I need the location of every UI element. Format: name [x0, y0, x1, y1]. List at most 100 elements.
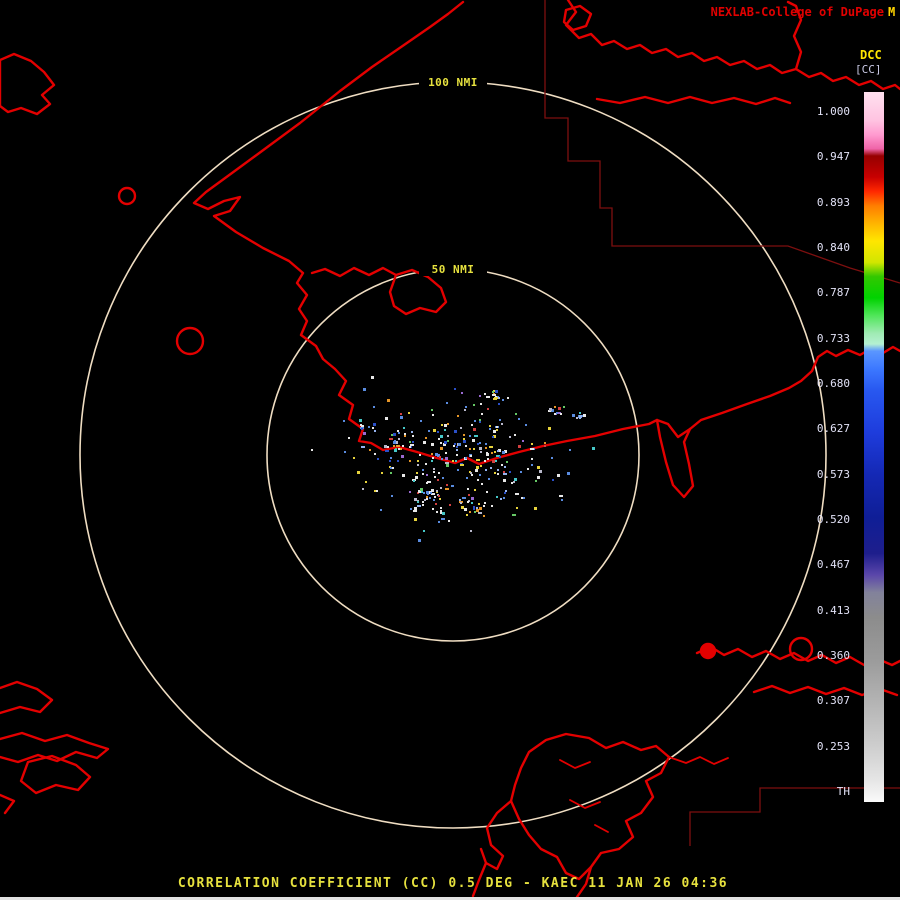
island-west-small	[117, 186, 137, 206]
echo-pixel	[437, 431, 439, 433]
echo-pixel	[476, 459, 480, 461]
echo-pixel	[496, 496, 498, 498]
echo-pixel	[385, 417, 388, 420]
echo-pixel	[531, 464, 533, 466]
echo-pixel	[459, 499, 461, 501]
echo-pixel	[558, 407, 561, 410]
echo-pixel	[348, 437, 350, 439]
echo-pixel	[476, 509, 479, 512]
echo-pixel	[464, 508, 467, 511]
echo-pixel	[440, 487, 442, 489]
echo-pixel	[377, 458, 379, 460]
echo-pixel	[479, 421, 481, 423]
echo-pixel	[363, 388, 366, 391]
echo-pixel	[473, 506, 475, 508]
echo-pixel	[432, 508, 434, 510]
echo-pixel	[442, 512, 445, 515]
echo-pixel	[563, 406, 565, 408]
echo-pixel	[416, 472, 418, 474]
echo-pixel	[396, 445, 400, 447]
echo-pixel	[392, 467, 394, 469]
echo-pixel	[551, 457, 553, 459]
echo-pixel	[452, 460, 454, 462]
echo-pixel	[460, 427, 462, 429]
echo-pixel	[498, 403, 500, 405]
echo-pixel	[465, 445, 467, 447]
echo-pixel	[592, 447, 595, 450]
echo-pixel	[569, 449, 571, 451]
echo-pixel	[390, 472, 392, 474]
echo-pixel	[446, 402, 448, 404]
echo-pixel	[454, 430, 457, 433]
echo-pixel	[468, 494, 470, 496]
echo-pixel	[393, 445, 395, 447]
echo-pixel	[457, 415, 459, 417]
echo-pixel	[389, 460, 391, 462]
echo-pixel	[522, 440, 524, 442]
colorbar-tick-0.893: 0.893	[816, 195, 850, 209]
echo-pixel	[385, 450, 389, 452]
echo-pixel	[432, 414, 434, 416]
echo-pixel	[422, 473, 424, 475]
colorbar-tick-0.947: 0.947	[816, 150, 850, 164]
brand-text: NEXLAB-College of DuPage	[710, 5, 884, 19]
echo-pixel	[496, 426, 498, 428]
island-north	[562, 4, 593, 32]
echo-pixel	[496, 429, 498, 431]
echo-pixel	[404, 433, 406, 435]
colorbar-gradient	[864, 92, 884, 802]
echo-pixel	[474, 420, 476, 422]
echo-pixel	[483, 515, 485, 517]
echo-pixel	[408, 412, 410, 414]
echo-pixel	[479, 447, 482, 450]
echo-pixel	[515, 493, 519, 495]
echo-pixel	[422, 504, 424, 506]
echo-pixel	[400, 416, 403, 419]
echo-pixel	[463, 434, 465, 436]
echo-pixel	[440, 442, 442, 444]
echo-pixel	[518, 445, 521, 448]
echo-pixel	[391, 495, 393, 497]
echo-pixel	[357, 471, 360, 474]
echo-pixel	[417, 464, 419, 466]
colorbar-tick-0.840: 0.840	[816, 240, 850, 254]
echo-pixel	[497, 469, 499, 471]
echo-pixel	[492, 436, 494, 438]
echo-pixel	[478, 512, 482, 514]
echo-pixel	[441, 518, 445, 520]
echo-pixel	[481, 483, 483, 485]
colorbar-tick-0.627: 0.627	[816, 422, 850, 436]
colorbar-tick-0.573: 0.573	[816, 467, 850, 481]
island-northwest-corner	[0, 52, 56, 116]
echo-pixel	[371, 376, 374, 379]
echo-pixel	[438, 521, 440, 523]
echo-pixel	[397, 430, 399, 432]
colorbar-tick-0.733: 0.733	[816, 331, 850, 345]
echo-pixel	[492, 394, 496, 396]
echo-pixel	[413, 510, 417, 512]
echo-pixel	[469, 435, 471, 437]
echo-pixel	[493, 430, 496, 433]
echo-pixel	[472, 439, 475, 442]
range-rings	[79, 81, 827, 829]
echo-pixel	[507, 397, 509, 399]
echo-pixel	[391, 434, 393, 436]
echo-pixel	[509, 471, 511, 473]
echo-pixel	[451, 485, 453, 487]
echo-pixel	[441, 424, 443, 426]
echo-pixel	[474, 511, 476, 513]
echo-pixel	[398, 438, 400, 440]
echo-pixel	[556, 412, 558, 414]
echo-pixel	[456, 449, 458, 451]
island-west-large	[175, 326, 205, 356]
echo-pixel	[404, 435, 406, 437]
radar-echoes	[311, 376, 595, 542]
echo-pixel	[409, 441, 411, 443]
echo-pixel	[539, 470, 542, 473]
echo-pixel	[447, 435, 449, 437]
echo-pixel	[398, 448, 400, 450]
echo-pixel	[567, 472, 570, 475]
colorbar-tick-0.307: 0.307	[816, 694, 850, 708]
echo-pixel	[503, 471, 505, 473]
colorbar-tick-TH: TH	[836, 784, 850, 798]
